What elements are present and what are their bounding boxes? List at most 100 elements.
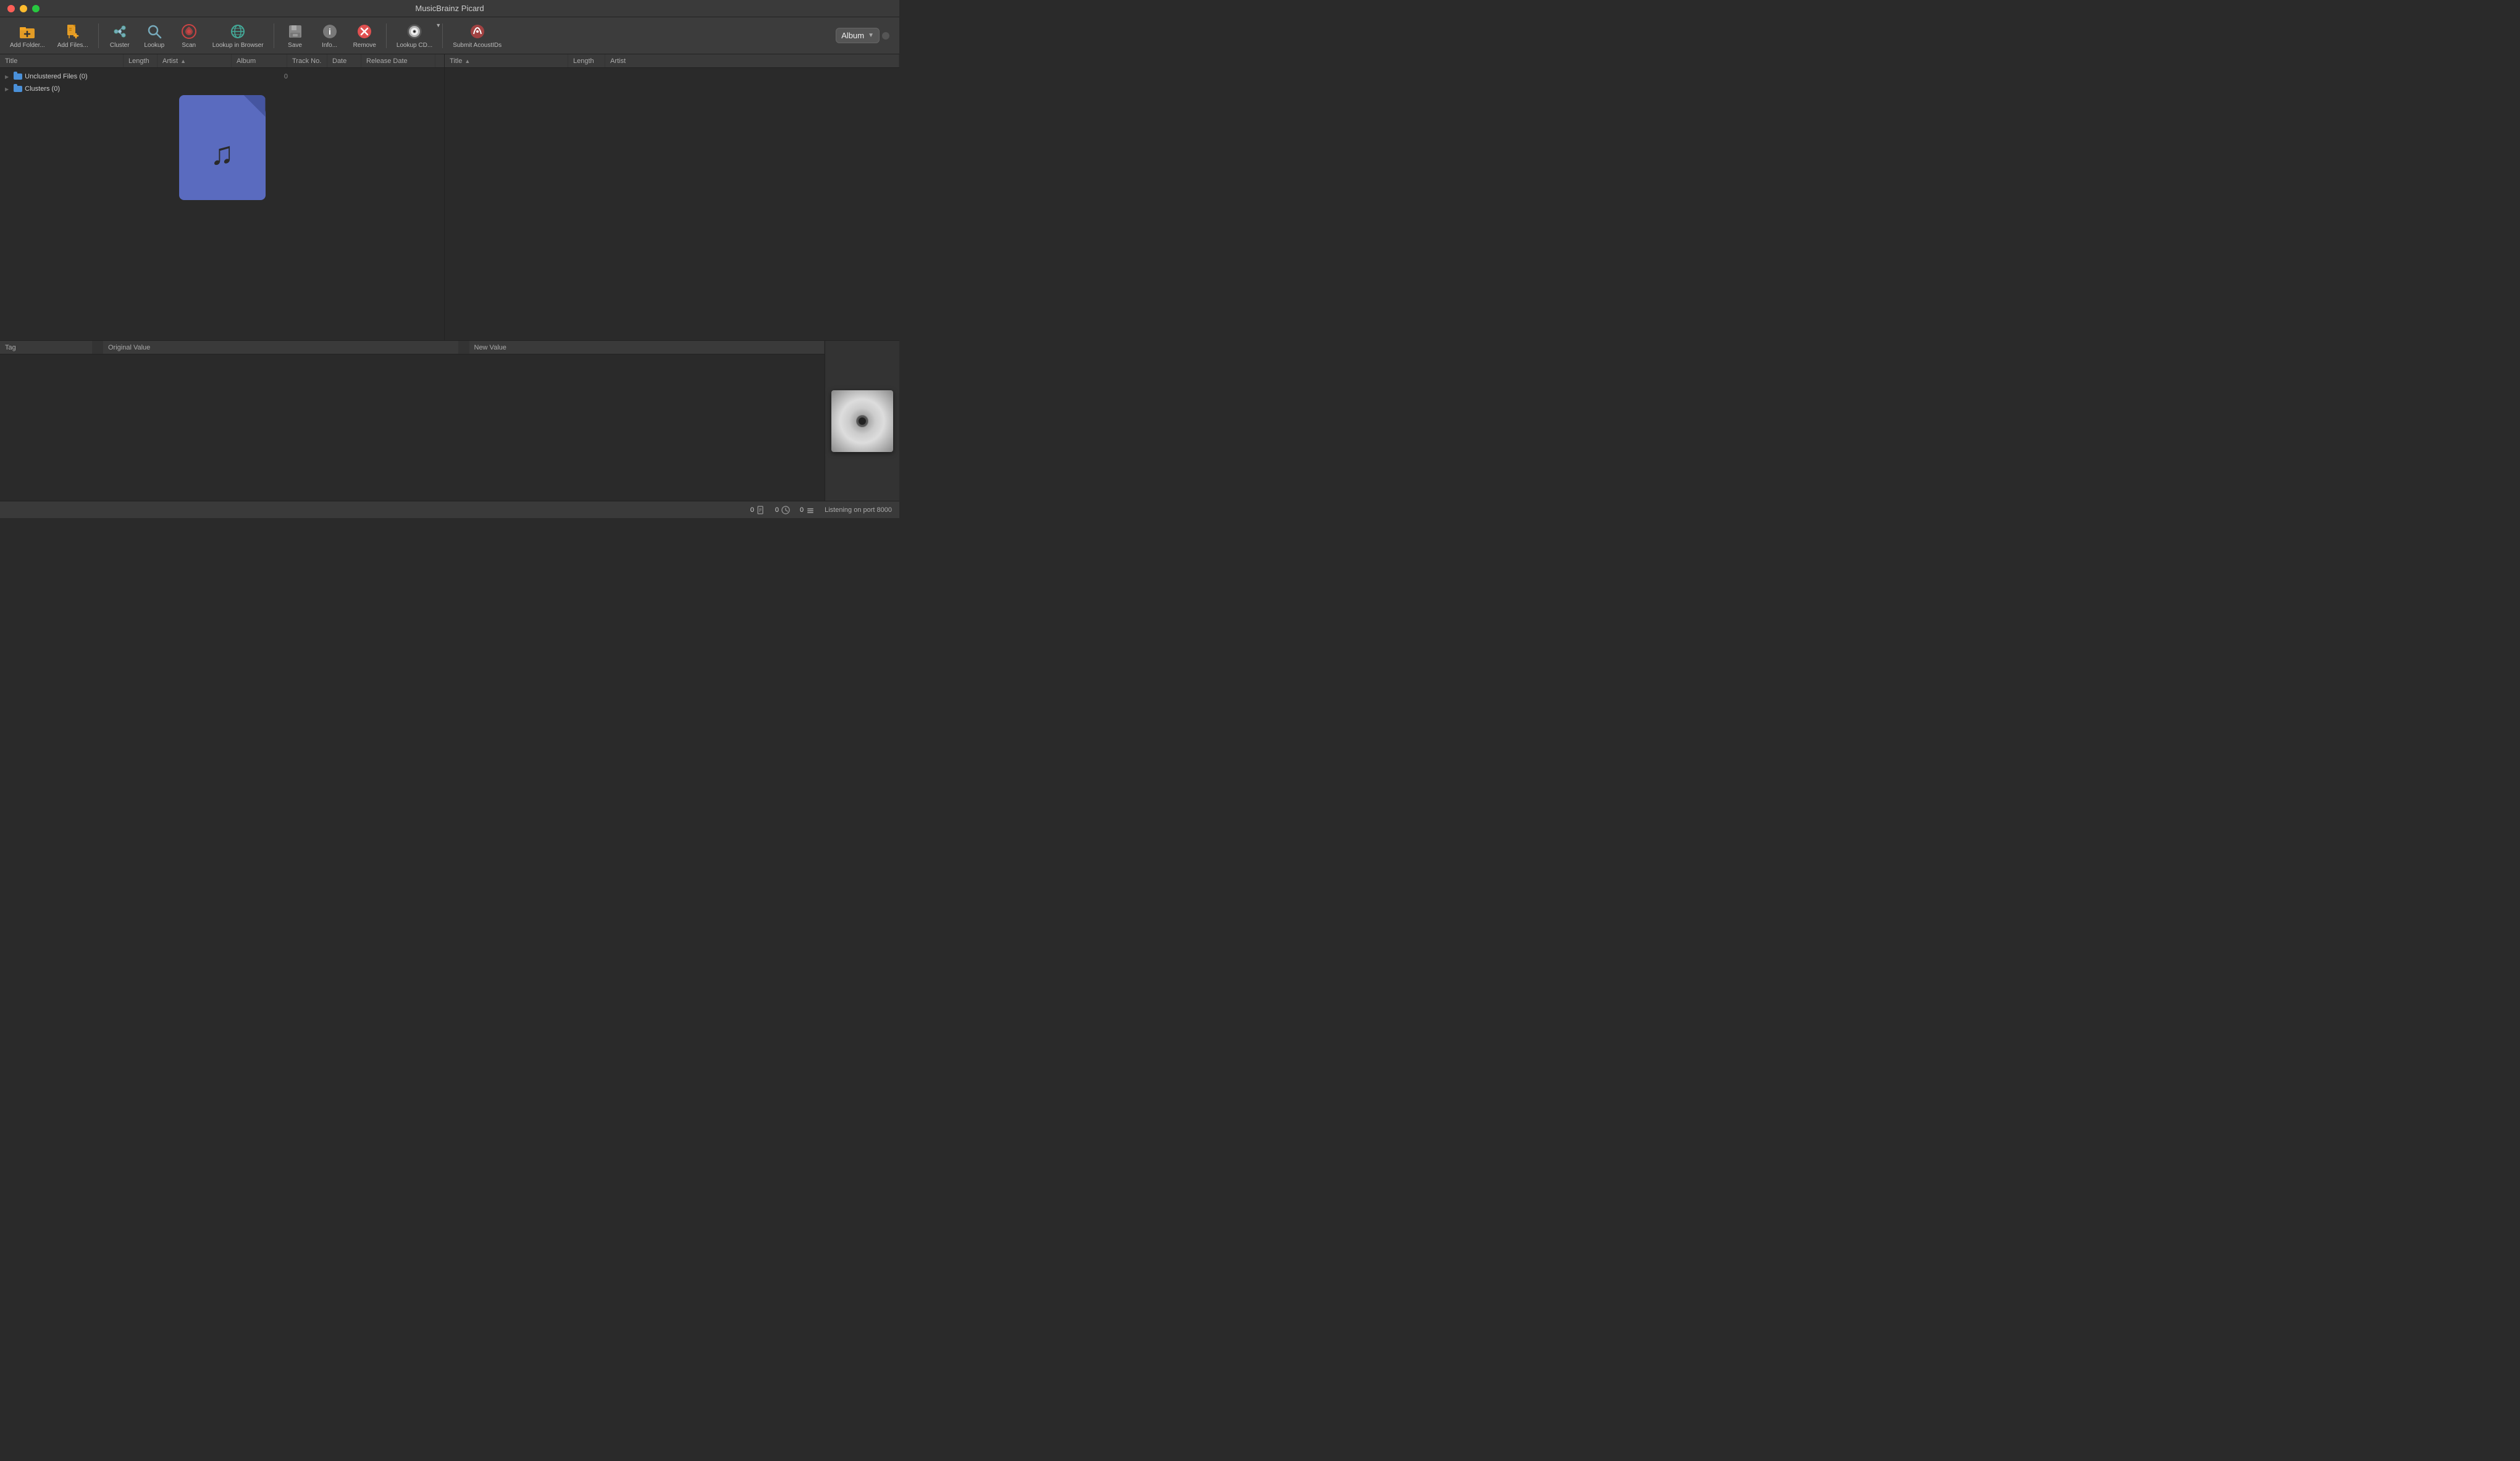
- toolbar-sep-4: [442, 23, 443, 48]
- traffic-lights: [7, 5, 40, 12]
- add-folder-icon: [19, 23, 36, 40]
- add-folder-label: Add Folder...: [10, 42, 45, 49]
- col-title[interactable]: Title: [0, 54, 124, 67]
- tag-content: [0, 354, 825, 501]
- pending-count: 0: [775, 506, 779, 514]
- app-title: MusicBrainz Picard: [415, 4, 484, 13]
- status-indicator: [882, 32, 889, 40]
- col-length[interactable]: Length: [124, 54, 158, 67]
- file-count: 0: [750, 506, 754, 514]
- expand-arrow: ▶: [5, 74, 9, 80]
- save-icon: [287, 23, 304, 40]
- minimize-button[interactable]: [20, 5, 27, 12]
- pending-icon: [781, 506, 790, 514]
- tag-panel: Tag Original Value New Value: [0, 341, 825, 501]
- tag-sep-2: [459, 341, 469, 354]
- lookup-cd-icon: [406, 23, 423, 40]
- lookup-label: Lookup: [144, 42, 164, 49]
- lookup-in-browser-icon: [229, 23, 246, 40]
- album-dropdown-chevron: ▼: [868, 32, 874, 39]
- tag-col-tag[interactable]: Tag: [0, 341, 93, 354]
- unclustered-track-no: 0: [284, 73, 439, 80]
- col-track-no[interactable]: Track No.: [287, 54, 327, 67]
- save-label: Save: [288, 42, 302, 49]
- cluster-icon: [111, 23, 128, 40]
- scan-icon: [180, 23, 198, 40]
- toolbar-sep-1: [98, 23, 99, 48]
- cluster-count: 0: [800, 506, 804, 514]
- maximize-button[interactable]: [32, 5, 40, 12]
- album-dropdown[interactable]: Album ▼: [836, 28, 880, 43]
- cd-hole: [859, 417, 866, 425]
- info-label: Info...: [322, 42, 337, 49]
- cd-cover-art[interactable]: [831, 390, 893, 452]
- submit-acoustids-button[interactable]: Submit AcoustIDs: [448, 20, 506, 52]
- col-release-date[interactable]: Release Date: [361, 54, 435, 67]
- titlebar: MusicBrainz Picard: [0, 0, 899, 17]
- remove-label: Remove: [353, 42, 376, 49]
- col-album[interactable]: Album: [232, 54, 287, 67]
- right-pane: Title ▲ Length Artist: [445, 54, 899, 340]
- submit-acoustids-icon: [469, 23, 486, 40]
- album-dropdown-label: Album: [841, 31, 864, 40]
- info-button[interactable]: i Info...: [314, 20, 346, 52]
- add-folder-button[interactable]: Add Folder...: [5, 20, 50, 52]
- artist-sort-arrow: ▲: [180, 58, 186, 64]
- close-button[interactable]: [7, 5, 15, 12]
- info-icon: i: [321, 23, 338, 40]
- file-tree: ▶ Unclustered Files (0) 0 ▶ Clusters (0)…: [0, 68, 444, 340]
- music-file-icon: ♫: [179, 95, 266, 200]
- toolbar-sep-3: [386, 23, 387, 48]
- tag-col-headers: Tag Original Value New Value: [0, 341, 825, 354]
- right-col-artist[interactable]: Artist: [605, 54, 899, 67]
- right-title-sort-arrow: ▲: [464, 58, 470, 64]
- save-button[interactable]: Save: [279, 20, 311, 52]
- submit-acoustids-label: Submit AcoustIDs: [453, 42, 502, 49]
- scan-label: Scan: [182, 42, 196, 49]
- file-count-item: 0: [750, 506, 765, 514]
- lookup-cd-label: Lookup CD...: [397, 42, 432, 49]
- file-icon: [757, 506, 765, 514]
- tag-col-new[interactable]: New Value: [469, 341, 825, 354]
- clusters-item[interactable]: ▶ Clusters (0): [0, 83, 444, 95]
- lookup-button[interactable]: Lookup: [138, 20, 170, 52]
- unclustered-label: Unclustered Files (0): [25, 73, 87, 80]
- cover-art-panel: [825, 341, 899, 501]
- right-col-length[interactable]: Length: [568, 54, 605, 67]
- clusters-label: Clusters (0): [25, 85, 60, 93]
- col-artist[interactable]: Artist ▲: [158, 54, 232, 67]
- remove-button[interactable]: Remove: [348, 20, 381, 52]
- cluster-label: Cluster: [110, 42, 130, 49]
- scan-button[interactable]: Scan: [173, 20, 205, 52]
- left-pane: Title Length Artist ▲ Album Track No. Da…: [0, 54, 445, 340]
- lookup-in-browser-button[interactable]: Lookup in Browser: [208, 20, 269, 52]
- pending-count-item: 0: [775, 506, 790, 514]
- drop-zone: ♫: [0, 95, 444, 200]
- right-col-title[interactable]: Title ▲: [445, 54, 568, 67]
- cluster-button[interactable]: Cluster: [104, 20, 136, 52]
- music-note-icon: ♫: [210, 135, 234, 172]
- svg-text:i: i: [329, 27, 331, 36]
- clusters-folder-icon: [14, 86, 22, 92]
- left-col-headers: Title Length Artist ▲ Album Track No. Da…: [0, 54, 444, 68]
- add-files-button[interactable]: Add Files...: [52, 20, 93, 52]
- col-date[interactable]: Date: [327, 54, 361, 67]
- layers-icon: [806, 506, 815, 514]
- toolbar: Add Folder... Add Files...: [0, 17, 899, 54]
- lookup-in-browser-label: Lookup in Browser: [212, 42, 264, 49]
- lookup-cd-dropdown-arrow[interactable]: ▼: [435, 22, 441, 28]
- unclustered-files-item[interactable]: ▶ Unclustered Files (0) 0: [0, 70, 444, 83]
- tag-col-original[interactable]: Original Value: [103, 341, 459, 354]
- lookup-cd-button[interactable]: Lookup CD... ▼: [392, 20, 437, 52]
- cluster-count-item: 0: [800, 506, 815, 514]
- tag-sep-1: [93, 341, 103, 354]
- status-message: Listening on port 8000: [825, 506, 892, 514]
- lookup-icon: [146, 23, 163, 40]
- add-files-label: Add Files...: [57, 42, 88, 49]
- right-content: [445, 68, 899, 340]
- lower-section: Tag Original Value New Value: [0, 340, 899, 501]
- clusters-expand-arrow: ▶: [5, 86, 9, 92]
- folder-icon: [14, 73, 22, 80]
- statusbar: 0 0 0: [0, 501, 899, 518]
- remove-icon: [356, 23, 373, 40]
